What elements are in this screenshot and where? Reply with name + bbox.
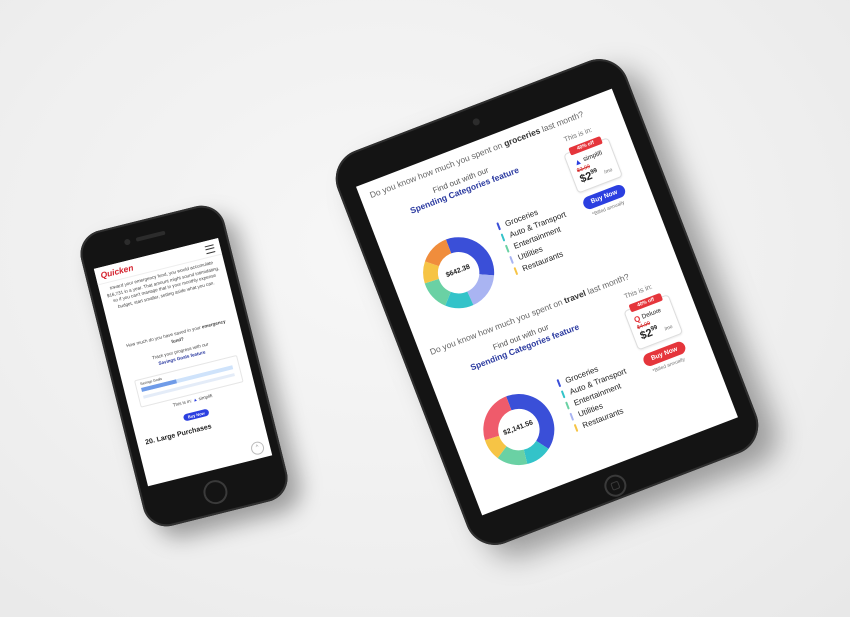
price-cents: 99: [650, 324, 659, 333]
legend-swatch: [565, 401, 570, 410]
tablet-home-button[interactable]: [601, 471, 630, 500]
legend-swatch: [496, 222, 502, 231]
legend-swatch: [556, 379, 562, 388]
price-cents: 99: [589, 167, 599, 176]
groceries-legend: Groceries Auto & Transport Entertainment…: [496, 197, 581, 277]
quicken-logo[interactable]: Quicken: [99, 263, 134, 281]
tablet-device: Do you know how much you spent on grocer…: [327, 50, 767, 554]
scroll-to-top-icon[interactable]: ^: [249, 440, 266, 457]
question-highlight: groceries: [502, 125, 542, 149]
hamburger-menu-icon[interactable]: [204, 244, 216, 255]
buy-now-button[interactable]: Buy Now: [182, 408, 210, 422]
price-period: /mo: [603, 167, 614, 176]
phone-speaker: [135, 230, 166, 242]
legend-swatch: [513, 267, 519, 276]
simplifi-name: simplifi: [198, 393, 213, 402]
legend-swatch: [560, 390, 566, 399]
product-name: Deluxe: [640, 306, 663, 321]
product-name: simplifi: [582, 149, 604, 164]
legend-swatch: [500, 233, 506, 242]
tablet-camera: [471, 117, 481, 127]
groceries-section: Do you know how much you spent on grocer…: [356, 89, 628, 309]
legend-swatch: [509, 255, 514, 264]
price-period: /mo: [663, 323, 674, 333]
tablet-screen: Do you know how much you spent on grocer…: [356, 88, 738, 516]
phone-camera: [123, 238, 131, 246]
this-is-in-label: This is in:: [172, 398, 193, 408]
legend-swatch: [504, 244, 510, 253]
legend-swatch: [569, 412, 575, 421]
large-purchases-heading: 20. Large Purchases: [144, 423, 213, 447]
phone-device: Quicken toward your emergency fund, you …: [75, 200, 293, 532]
legend-swatch: [573, 423, 579, 433]
phone-screen: Quicken toward your emergency fund, you …: [93, 237, 273, 487]
phone-home-button[interactable]: [200, 477, 230, 507]
travel-legend: Groceries Auto & Transport Entertainment…: [556, 354, 641, 434]
